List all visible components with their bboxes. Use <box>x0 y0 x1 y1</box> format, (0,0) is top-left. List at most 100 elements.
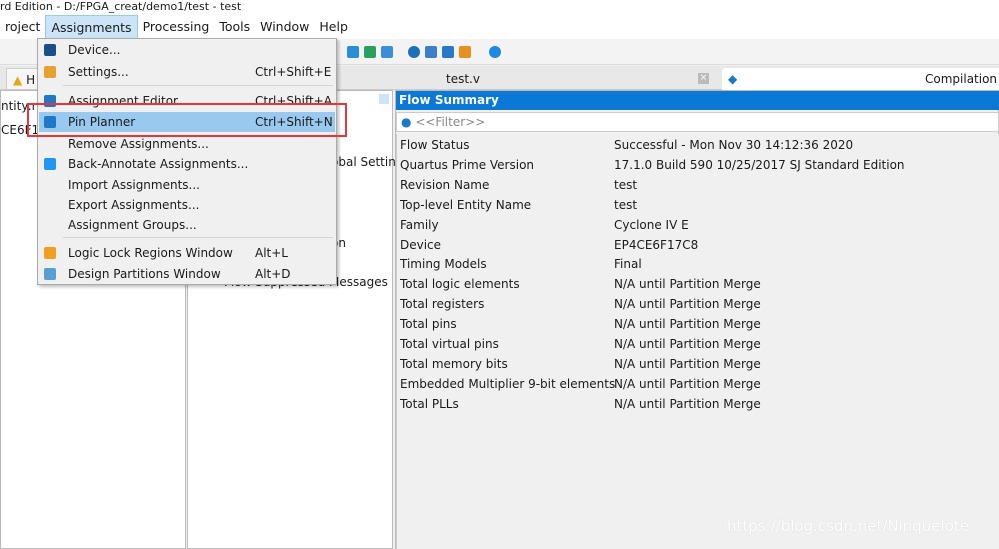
menu-item-remove-assignments[interactable]: Remove Assignments... <box>39 134 335 154</box>
menu-item-label: Export Assignments... <box>68 198 200 212</box>
warning-icon: ▲ <box>13 73 23 87</box>
analysis-icon[interactable] <box>364 46 376 58</box>
table-row: Total PLLs N/A until Partition Merge <box>400 394 761 414</box>
menu-item-label: Import Assignments... <box>68 178 200 192</box>
flow-summary-header: Flow Summary <box>396 91 999 110</box>
menu-window[interactable]: Window <box>255 15 314 39</box>
menu-item-design-partitions-window[interactable]: Design Partitions Window Alt+D <box>39 264 335 284</box>
table-row: Total logic elements N/A until Partition … <box>400 274 761 294</box>
row-value: Cyclone IV E <box>614 217 689 232</box>
row-label: Total PLLs <box>400 396 459 411</box>
menubar: roject Assignments Processing Tools Window He… <box>0 15 999 39</box>
menu-item-shortcut: Alt+D <box>255 267 291 281</box>
menu-item-label: Remove Assignments... <box>68 137 209 151</box>
table-row: Timing Models Final <box>400 254 642 274</box>
programmer-icon[interactable] <box>442 46 454 58</box>
settings-pencil-icon <box>44 66 56 78</box>
row-value: test <box>614 177 638 192</box>
table-row: Top-level Entity Name test <box>400 195 637 215</box>
close-tab-icon[interactable]: × <box>698 73 709 84</box>
row-value: 17.1.0 Build 590 10/25/2017 SJ Standard … <box>614 157 905 172</box>
row-value: N/A until Partition Merge <box>614 376 761 391</box>
filter-input[interactable]: ● <<Filter>> <box>396 112 999 132</box>
menu-item-shortcut: Ctrl+Shift+E <box>255 65 332 79</box>
menu-item-settings[interactable]: Settings... Ctrl+Shift+E <box>39 62 335 82</box>
window-title: rd Edition - D:/FPGA_creat/demo1/test - … <box>0 0 999 15</box>
netlist-icon[interactable] <box>425 46 437 58</box>
table-row: Total virtual pins N/A until Partition Me… <box>400 334 761 354</box>
row-value: EP4CE6F17C8 <box>614 237 699 252</box>
menu-item-device[interactable]: Device... <box>39 40 335 60</box>
back-annotate-icon <box>44 158 56 170</box>
report-icon: ◆ <box>728 72 738 86</box>
row-label: Total virtual pins <box>400 337 499 351</box>
menu-item-label: Design Partitions Window <box>68 267 221 281</box>
chip-planner-icon[interactable] <box>459 46 471 58</box>
row-label: Timing Models <box>400 257 487 272</box>
row-label: Flow Status <box>400 138 470 152</box>
menu-item-shortcut: Alt+L <box>255 246 288 260</box>
assignments-menu: Device... Settings... Ctrl+Shift+E Assignme… <box>37 38 337 285</box>
table-row: Revision Name test <box>400 175 637 195</box>
partitions-icon <box>44 268 56 280</box>
tab-test-v[interactable]: test.v <box>440 68 486 90</box>
row-label: Top-level Entity Name <box>400 197 532 212</box>
search-icon: ● <box>401 115 412 129</box>
table-row: Device EP4CE6F17C8 <box>400 235 698 255</box>
menu-item-label: Assignment Groups... <box>68 218 197 232</box>
row-value: N/A until Partition Merge <box>614 396 761 411</box>
menu-assignments[interactable]: Assignments <box>45 15 138 39</box>
row-label: Family <box>400 217 439 232</box>
menu-item-back-annotate-assignments[interactable]: Back-Annotate Assignments... <box>39 154 335 174</box>
menu-item-label: Back-Annotate Assignments... <box>68 157 249 171</box>
menu-item-export-assignments[interactable]: Export Assignments... <box>39 195 335 215</box>
menu-roject[interactable]: roject <box>0 15 45 39</box>
table-row: Embedded Multiplier 9-bit elements N/A un… <box>400 374 761 394</box>
table-row: Quartus Prime Version 17.1.0 Build 590 10… <box>400 155 905 175</box>
table-row: Total registers N/A until Partition Merge <box>400 294 761 314</box>
row-label: Total memory bits <box>400 356 508 371</box>
menu-item-label: Logic Lock Regions Window <box>68 246 233 260</box>
menu-help[interactable]: Help <box>314 15 353 39</box>
report-icon[interactable] <box>381 46 393 58</box>
table-row: Total pins N/A until Partition Merge <box>400 314 761 334</box>
row-label: Total registers <box>400 297 485 312</box>
device-icon <box>44 44 56 56</box>
menu-item-import-assignments[interactable]: Import Assignments... <box>39 175 335 195</box>
menu-item-label: Settings... <box>68 65 129 79</box>
annotation-box <box>27 103 347 137</box>
table-row: Total memory bits N/A until Partition Mer… <box>400 354 761 374</box>
menu-item-assignment-groups[interactable]: Assignment Groups... <box>39 215 335 235</box>
menu-processing[interactable]: Processing <box>138 15 215 39</box>
task-item[interactable]: obal Settin <box>331 155 396 169</box>
row-value: N/A until Partition Merge <box>614 317 761 332</box>
row-label: Total logic elements <box>400 277 520 292</box>
flow-summary-table: Flow Status Successful - Mon Nov 30 14:12… <box>396 134 999 549</box>
menu-item-label: Device... <box>68 43 121 57</box>
row-value: N/A until Partition Merge <box>614 337 761 351</box>
row-value: N/A until Partition Merge <box>614 297 761 312</box>
chat-icon[interactable] <box>489 46 501 58</box>
row-label: Quartus Prime Version <box>400 157 535 172</box>
row-label: Total pins <box>400 317 457 332</box>
compile-icon[interactable] <box>347 46 359 58</box>
menu-tools[interactable]: Tools <box>214 15 255 39</box>
tab-compilation-report[interactable]: ◆ Compilation R <box>722 68 999 90</box>
row-value: test <box>614 197 638 212</box>
row-label: Device <box>400 237 442 252</box>
menu-item-logic-lock-regions-window[interactable]: Logic Lock Regions Window Alt+L <box>39 243 335 263</box>
row-value: N/A until Partition Merge <box>614 356 761 371</box>
row-value: N/A until Partition Merge <box>614 277 761 292</box>
timing-icon[interactable] <box>408 46 420 58</box>
menu-separator <box>63 237 333 238</box>
row-label: Revision Name <box>400 177 490 192</box>
table-row: Flow Status Successful - Mon Nov 30 14:12… <box>400 135 853 155</box>
row-value: Final <box>614 257 642 272</box>
row-label: Embedded Multiplier 9-bit elements <box>400 376 616 391</box>
lock-icon <box>44 247 56 259</box>
table-row: Family Cyclone IV E <box>400 215 689 235</box>
row-value: Successful - Mon Nov 30 14:12:36 2020 <box>614 138 854 152</box>
menu-separator <box>63 85 333 86</box>
watermark: https://blog.csdn.net/Ninquelote <box>726 517 969 535</box>
pin-icon[interactable] <box>379 94 389 104</box>
